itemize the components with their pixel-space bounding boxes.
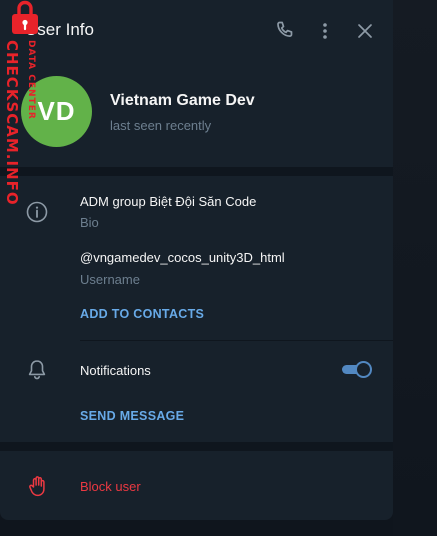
user-info-panel: User Info VD Vietnam Game Dev last seen …	[0, 0, 393, 520]
section-separator	[0, 167, 393, 176]
toggle-knob	[355, 361, 372, 378]
watermark-lock-icon	[2, 0, 46, 38]
notifications-label: Notifications	[80, 363, 151, 378]
bio-label: Bio	[80, 215, 99, 230]
panel-header: User Info	[0, 0, 393, 62]
close-icon[interactable]	[353, 19, 377, 43]
block-hand-icon	[27, 474, 49, 498]
username-value[interactable]: @vngamedev_cocos_unity3D_html	[80, 250, 285, 265]
phone-icon[interactable]	[273, 19, 297, 43]
info-icon	[25, 200, 49, 224]
section-separator	[0, 442, 393, 451]
last-seen-status: last seen recently	[110, 118, 212, 133]
watermark-subtext: DATA CENTER	[26, 40, 36, 120]
username-label: Username	[80, 272, 140, 287]
background-chat-area	[393, 0, 437, 536]
avatar-initials: VD	[37, 96, 76, 126]
bio-value[interactable]: ADM group Biệt Đội Săn Code	[80, 194, 256, 209]
bell-icon	[26, 358, 48, 382]
add-to-contacts-button[interactable]: ADD TO CONTACTS	[80, 307, 204, 321]
send-message-button[interactable]: SEND MESSAGE	[80, 409, 184, 423]
watermark-text: CHECKSCAM.INFO	[3, 40, 21, 206]
notifications-toggle[interactable]	[342, 361, 372, 378]
more-vertical-icon[interactable]	[313, 19, 337, 43]
block-user-button[interactable]: Block user	[80, 479, 141, 494]
divider	[80, 340, 393, 341]
profile-name: Vietnam Game Dev	[110, 92, 255, 109]
